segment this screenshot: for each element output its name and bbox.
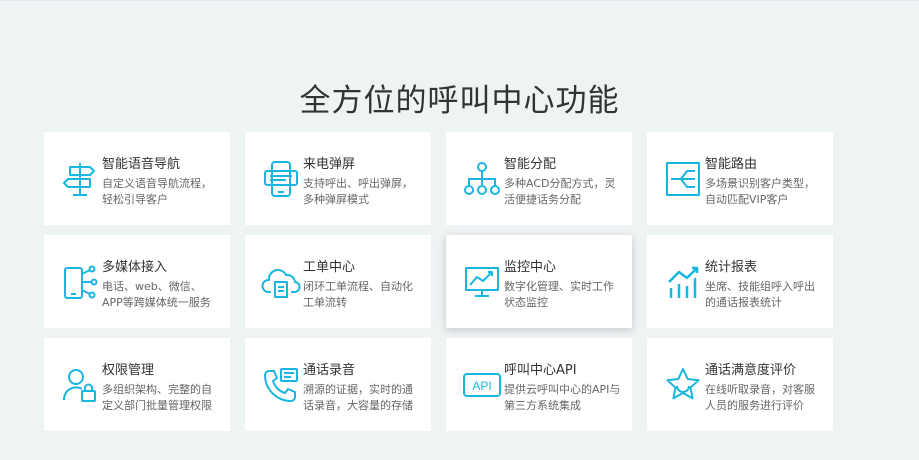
bar-chart-icon <box>663 262 703 302</box>
cloud-ticket-icon <box>261 262 301 302</box>
feature-card-api[interactable]: API 呼叫中心API 提供云呼叫中心的API与第三方系统集成 <box>446 338 632 431</box>
phone-record-icon <box>261 365 301 405</box>
feature-desc: 支持呼出、呼出弹屏，多种弹屏模式 <box>303 177 413 206</box>
feature-card-satisfaction[interactable]: 通话满意度评价 在线听取录音，对客服人员的服务进行评价 <box>647 338 833 431</box>
feature-desc: 闭环工单流程、自动化工单流转 <box>303 280 413 309</box>
multimedia-icon <box>60 262 100 302</box>
feature-card-permissions[interactable]: 权限管理 多组织架构、完整的自定义部门批量管理权限 <box>44 338 230 431</box>
star-rating-icon <box>663 365 703 405</box>
feature-name: 工单中心 <box>303 260 356 275</box>
api-icon: API <box>462 365 502 405</box>
feature-desc: 溯源的证据，实时的通话录音，大容量的存储 <box>303 383 413 412</box>
feature-name: 统计报表 <box>705 260 758 275</box>
feature-desc: 电话、web、微信、APP等跨媒体统一服务 <box>102 280 211 309</box>
user-lock-icon <box>60 365 100 405</box>
signpost-icon <box>60 159 100 199</box>
feature-desc: 在线听取录音，对客服人员的服务进行评价 <box>705 383 815 412</box>
feature-card-call-recording[interactable]: 通话录音 溯源的证据，实时的通话录音，大容量的存储 <box>245 338 431 431</box>
feature-card-statistics[interactable]: 统计报表 坐席、技能组呼入呼出的通话报表统计 <box>647 235 833 328</box>
feature-desc: 多种ACD分配方式，灵活便捷话务分配 <box>504 177 616 206</box>
feature-desc: 坐席、技能组呼入呼出的通话报表统计 <box>705 280 815 309</box>
feature-name: 来电弹屏 <box>303 157 356 172</box>
feature-card-monitoring[interactable]: 监控中心 数字化管理、实时工作状态监控 <box>446 235 632 328</box>
feature-name: 通话满意度评价 <box>705 363 797 378</box>
feature-grid: 智能语音导航 自定义语音导航流程，轻松引导客户 来电弹屏 支持呼出、呼出弹屏，多… <box>44 132 833 431</box>
feature-desc: 多场景识别客户类型，自动匹配VIP客户 <box>705 177 815 206</box>
feature-name: 通话录音 <box>303 363 356 378</box>
page-title: 全方位的呼叫中心功能 <box>299 82 620 119</box>
feature-card-voice-navigation[interactable]: 智能语音导航 自定义语音导航流程，轻松引导客户 <box>44 132 230 225</box>
feature-name: 智能分配 <box>504 157 557 172</box>
feature-card-multimedia[interactable]: 多媒体接入 电话、web、微信、APP等跨媒体统一服务 <box>44 235 230 328</box>
feature-name: 监控中心 <box>504 260 557 275</box>
feature-desc: 自定义语音导航流程，轻松引导客户 <box>102 177 212 206</box>
feature-name: 权限管理 <box>102 363 155 378</box>
feature-name: 呼叫中心API <box>504 363 577 378</box>
svg-text:API: API <box>472 379 491 393</box>
top-divider <box>0 0 919 1</box>
feature-card-screen-popup[interactable]: 来电弹屏 支持呼出、呼出弹屏，多种弹屏模式 <box>245 132 431 225</box>
feature-card-smart-routing[interactable]: 智能路由 多场景识别客户类型，自动匹配VIP客户 <box>647 132 833 225</box>
org-chart-icon <box>462 159 502 199</box>
feature-desc: 多组织架构、完整的自定义部门批量管理权限 <box>102 383 212 412</box>
feature-name: 多媒体接入 <box>102 260 168 275</box>
feature-name: 智能路由 <box>705 157 758 172</box>
feature-desc: 提供云呼叫中心的API与第三方系统集成 <box>504 383 621 412</box>
routing-icon <box>663 159 703 199</box>
feature-card-smart-distribution[interactable]: 智能分配 多种ACD分配方式，灵活便捷话务分配 <box>446 132 632 225</box>
feature-desc: 数字化管理、实时工作状态监控 <box>504 280 614 309</box>
monitor-chart-icon <box>462 262 502 302</box>
phone-popup-icon <box>261 159 301 199</box>
feature-name: 智能语音导航 <box>102 157 181 172</box>
feature-card-ticket-center[interactable]: 工单中心 闭环工单流程、自动化工单流转 <box>245 235 431 328</box>
